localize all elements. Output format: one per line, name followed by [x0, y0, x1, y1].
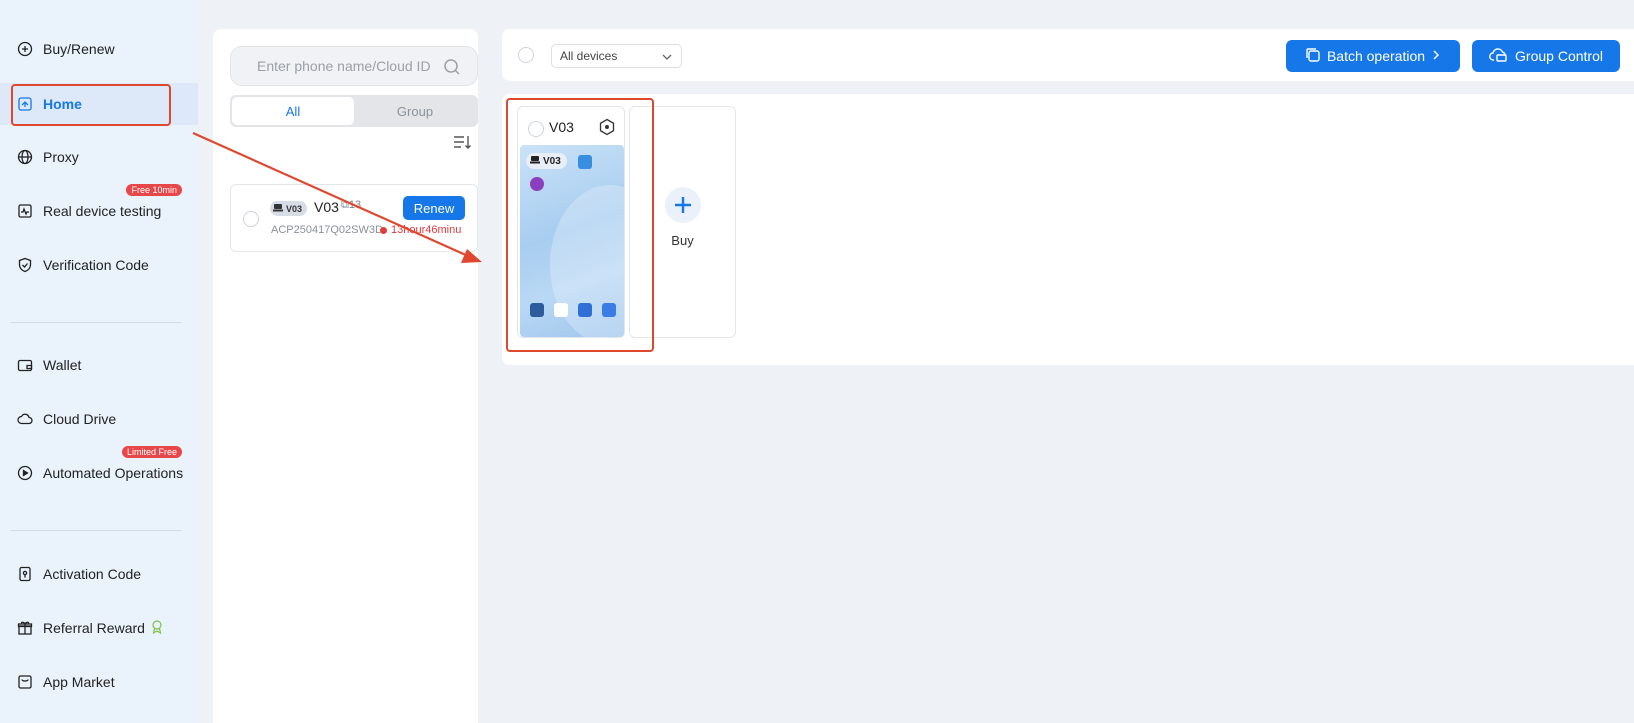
- group-control-label: Group Control: [1515, 48, 1603, 64]
- device-list-panel: All Group V03 V03 ⧉13 ACP250417Q02SW3D 1…: [213, 29, 478, 723]
- device-filter-value: All devices: [560, 49, 618, 63]
- tab-group[interactable]: Group: [354, 97, 476, 125]
- cloud-device-icon: [1489, 47, 1509, 66]
- search-input[interactable]: [257, 58, 443, 74]
- sidebar-item-proxy[interactable]: Proxy: [0, 137, 198, 177]
- cloud-icon: [16, 410, 34, 428]
- phone-highlight-box: [506, 98, 654, 352]
- sidebar-item-label: Wallet: [43, 357, 82, 373]
- batch-operation-button[interactable]: Batch operation: [1286, 40, 1460, 72]
- sidebar-item-label: Activation Code: [43, 566, 142, 582]
- search-icon[interactable]: [443, 58, 461, 81]
- play-circle-icon: [16, 464, 34, 482]
- wallet-icon: [16, 356, 34, 374]
- device-tag: V03: [270, 201, 308, 216]
- sidebar-item-verification-code[interactable]: Verification Code: [0, 245, 198, 285]
- sidebar-item-label: Buy/Renew: [43, 41, 115, 57]
- award-icon: [151, 619, 163, 637]
- copy-icon: [1305, 47, 1321, 66]
- sidebar-item-cloud-drive[interactable]: Cloud Drive: [0, 399, 198, 439]
- cloud-id: ACP250417Q02SW3D: [271, 224, 383, 236]
- sidebar-item-activation-code[interactable]: Activation Code: [0, 554, 198, 594]
- toolbar: All devices Batch operation Group Contro…: [502, 29, 1634, 81]
- tab-all[interactable]: All: [232, 97, 354, 125]
- device-extra-value: 13: [348, 199, 362, 211]
- sidebar-divider: [10, 322, 182, 323]
- globe-icon: [16, 148, 34, 166]
- sidebar-item-label: Automated Operations: [43, 465, 184, 481]
- device-card[interactable]: V03 V03 ⧉13 ACP250417Q02SW3D 13hour46min…: [230, 184, 478, 252]
- link-icon: ⧉: [341, 199, 349, 211]
- renew-button[interactable]: Renew: [403, 196, 465, 220]
- search-box: [230, 46, 478, 86]
- sidebar-item-label: Verification Code: [43, 257, 149, 273]
- phone-model-icon: [273, 203, 283, 214]
- store-icon: [16, 673, 34, 691]
- sidebar-item-label: Cloud Drive: [43, 411, 117, 427]
- device-name: V03: [314, 199, 339, 215]
- device-tag-label: V03: [286, 203, 303, 214]
- group-control-button[interactable]: Group Control: [1472, 40, 1620, 72]
- sidebar-item-real-device-testing[interactable]: Real device testing: [0, 191, 198, 231]
- shield-check-icon: [16, 256, 34, 274]
- sidebar-item-app-market[interactable]: App Market: [0, 662, 198, 702]
- home-highlight-box: [11, 84, 171, 126]
- device-extra: ⧉13: [341, 199, 361, 212]
- sidebar-divider: [10, 530, 182, 531]
- sidebar-item-label: Proxy: [43, 149, 79, 165]
- plus-icon: [665, 187, 701, 223]
- sort-icon[interactable]: [452, 133, 472, 156]
- chevron-right-icon: [1431, 48, 1441, 64]
- time-remaining: 13hour46minu: [391, 224, 461, 236]
- batch-operation-label: Batch operation: [1326, 48, 1426, 64]
- select-all-radio[interactable]: [518, 47, 534, 63]
- sidebar-item-label: Real device testing: [43, 203, 162, 219]
- chevron-down-icon: [661, 51, 673, 65]
- plus-circle-icon: [16, 40, 34, 58]
- device-select-radio[interactable]: [243, 211, 259, 227]
- key-card-icon: [16, 565, 34, 583]
- sidebar-item-label: App Market: [43, 674, 115, 690]
- sidebar-item-buy-renew[interactable]: Buy/Renew: [0, 29, 198, 69]
- sidebar-item-wallet[interactable]: Wallet: [0, 345, 198, 385]
- limited-free-badge: Limited Free: [121, 446, 182, 458]
- free-badge: Free 10min: [126, 184, 182, 196]
- device-filter-select[interactable]: All devices: [551, 44, 682, 68]
- gift-icon: [16, 619, 34, 637]
- sidebar-item-label: Referral Reward: [43, 620, 145, 636]
- pulse-icon: [16, 202, 34, 220]
- device-filter-tabs: All Group: [230, 95, 478, 127]
- sidebar-item-automated-operations[interactable]: Automated Operations: [0, 453, 198, 493]
- sidebar-item-referral-reward[interactable]: Referral Reward: [0, 608, 198, 648]
- device-grid: V03 V03 Buy: [502, 94, 1634, 365]
- status-dot: [380, 227, 387, 234]
